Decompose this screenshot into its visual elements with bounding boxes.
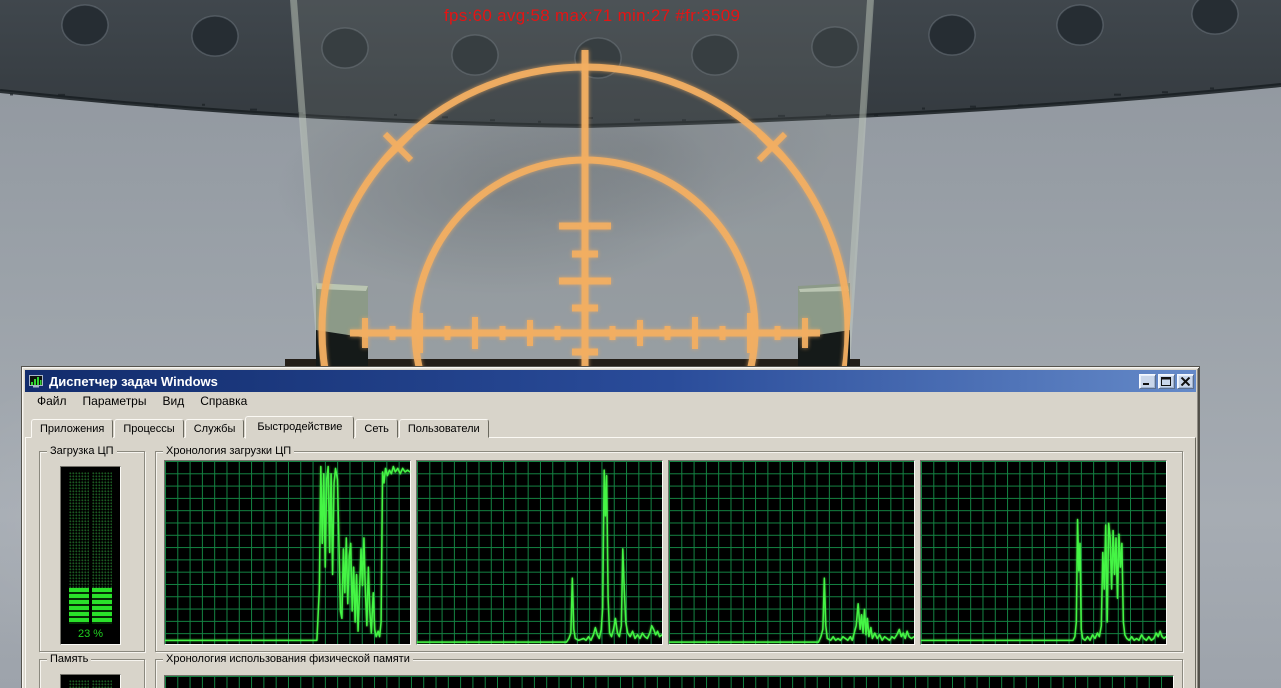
tab-processes[interactable]: Процессы [114,419,184,438]
rivet-hole [928,14,976,56]
maximize-button[interactable] [1158,373,1175,389]
menu-item-view[interactable]: Вид [154,392,192,410]
menu-bar: Файл Параметры Вид Справка [25,392,1196,410]
cpu-history-graph-3 [668,460,915,645]
rivet-hole [61,4,109,46]
cpu-history-graph-2 [416,460,663,645]
title-bar[interactable]: Диспетчер задач Windows [25,370,1196,392]
memory-meter [60,674,121,688]
tab-strip: Приложения Процессы Службы Быстродействие Се… [25,416,1196,439]
memory-history-graph [164,675,1174,688]
cpu-usage-value: 23 % [77,628,104,640]
rivet-hole [1191,0,1239,35]
cpu-usage-label: Загрузка ЦП [47,445,117,458]
memory-history-group: Хронология использования физической памя… [155,653,1183,688]
menu-item-options[interactable]: Параметры [75,392,155,410]
minimize-button[interactable] [1139,373,1156,389]
screen: fps:60 avg:58 max:71 min:27 #fr:3509 Дис… [0,0,1281,688]
window-controls [1139,373,1194,389]
tab-performance[interactable]: Быстродействие [245,416,355,439]
menu-item-file[interactable]: Файл [29,392,75,410]
menu-item-help[interactable]: Справка [192,392,255,410]
fps-counter: fps:60 avg:58 max:71 min:27 #fr:3509 [444,6,741,25]
tab-network[interactable]: Сеть [355,419,398,438]
memory-group: Память [39,653,145,688]
memory-history-label: Хронология использования физической памя… [163,653,413,666]
cpu-usage-group: Загрузка ЦП 23 % [39,445,145,652]
performance-tab-panel: Загрузка ЦП 23 % Хронология загрузки ЦП … [25,437,1196,688]
cpu-history-label: Хронология загрузки ЦП [163,445,295,458]
cpu-history-group: Хронология загрузки ЦП [155,445,1183,652]
tab-services[interactable]: Службы [184,419,245,438]
cpu-history-graph-1 [164,460,411,645]
task-manager-icon [28,373,44,389]
memory-label: Память [47,653,92,666]
close-button[interactable] [1177,373,1194,389]
tab-applications[interactable]: Приложения [31,419,114,438]
rivet-hole [1056,4,1104,46]
task-manager-window: Диспетчер задач Windows Файл Параметры В… [22,367,1199,688]
rivet-hole [191,15,239,57]
window-title: Диспетчер задач Windows [49,373,218,389]
cpu-usage-meter: 23 % [60,466,121,645]
cpu-history-graph-4 [920,460,1167,645]
tab-users[interactable]: Пользователи [398,419,489,438]
